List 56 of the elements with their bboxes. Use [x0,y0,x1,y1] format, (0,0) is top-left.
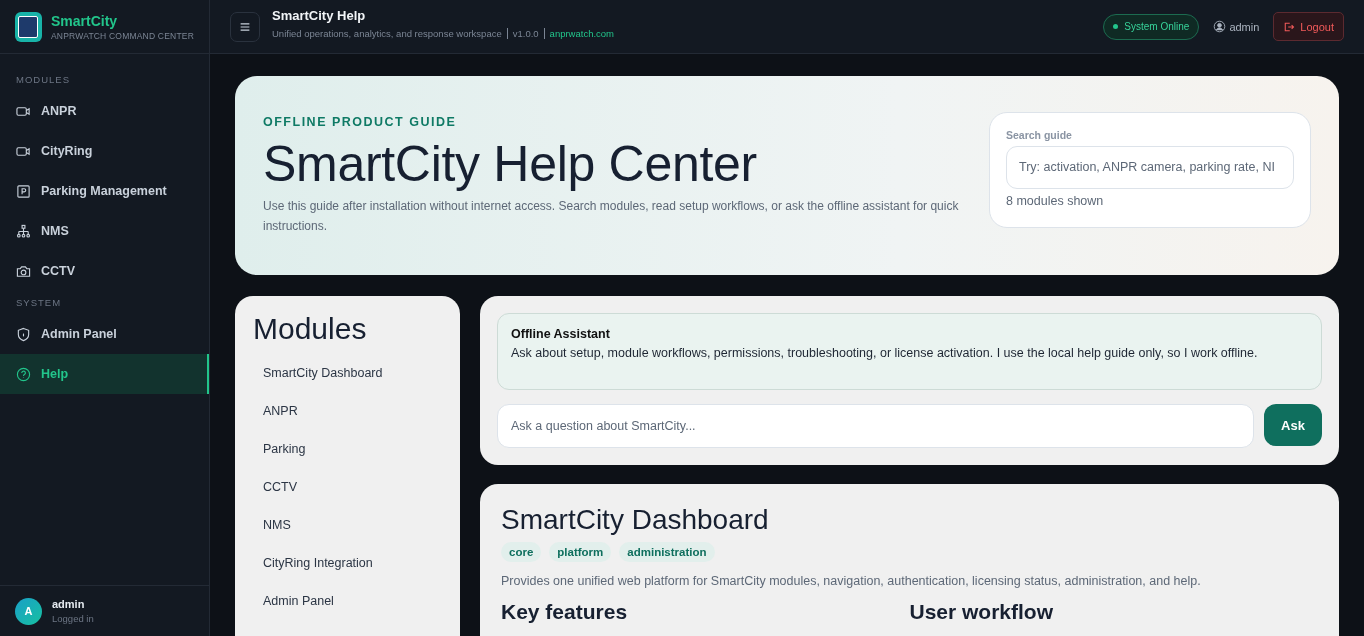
question-field[interactable]: Ask a question about SmartCity... [497,404,1254,448]
sidebar-item[interactable]: ANPR [0,91,209,131]
sidebar-item[interactable]: Admin Panel [0,314,209,354]
module-link[interactable]: ANPR [253,396,442,434]
parking-icon [16,183,31,199]
sidebar-item[interactable]: Help [0,354,209,394]
logout-button[interactable]: Logout [1273,12,1344,41]
sidebar-item[interactable]: CCTV [0,251,209,291]
result-count: 8 modules shown [1006,193,1105,208]
user-status: Logged in [52,613,94,624]
page-title: SmartCity Help [272,8,367,23]
network-icon [16,223,31,239]
module-title: SmartCity Dashboard [501,504,770,536]
app-logo-icon [15,11,42,42]
ask-button[interactable]: Ask [1264,404,1322,446]
status-dot-icon [1113,24,1119,29]
brand-subtitle: ANPRWATCH COMMAND CENTER [51,30,194,41]
website-link[interactable]: anprwatch.com [543,28,615,39]
assistant-text: Ask about setup, module workflows, permissions, troubleshooting, or license activation. I use the local help guide only, so I work offline. [511,346,1259,360]
hero-title: SmartCity Help Center [263,135,758,194]
header-username: admin [1229,20,1260,33]
sidebar-item[interactable]: CityRing [0,131,209,171]
user-icon [1213,20,1227,33]
section-heading: Key features [501,600,629,624]
user-avatar: A [15,597,42,625]
user-name: admin [52,598,86,610]
sidebar-item[interactable]: Parking Management [0,171,209,211]
module-link[interactable]: NMS [253,510,442,548]
shield-icon [16,326,31,342]
camera-icon [16,263,31,279]
module-description: Provides one unified web platform for SmartCity modules, navigation, authentication, licensing status, administration, and help. [501,574,1202,588]
module-link[interactable]: CityRing Integration [253,548,442,586]
section-heading: User workflow [909,600,1055,624]
module-link[interactable]: Parking [253,434,442,472]
modules-heading: Modules [253,312,368,346]
tag: platform [549,542,612,562]
module-link[interactable]: SmartCity Dashboard [253,358,442,396]
sidebar-item[interactable]: NMS [0,211,209,251]
eyebrow-label: OFFLINE PRODUCT GUIDE [263,115,458,130]
tag: core [501,542,542,562]
module-link[interactable]: Admin Panel [253,586,442,624]
search-label: Search guide [1006,128,1073,141]
version-label: v1.0.0 [506,28,539,39]
brand-name: SmartCity [51,12,119,29]
hero-description: Use this guide after installation without internet access. Search modules, read setup workflows, or ask the offline assistant for quick instructions. [263,198,960,235]
menu-button[interactable] [230,11,260,42]
search-field[interactable]: Try: activation, ANPR camera, parking rate, NI [1006,145,1294,189]
logout-icon [1283,20,1296,33]
page-subtitle: Unified operations, analytics, and response workspace [272,28,502,39]
module-link[interactable]: CCTV [253,472,442,510]
assistant-title: Offline Assistant [511,327,611,341]
section-heading: MODULES [15,73,71,87]
status-pill: System Online [1103,13,1200,40]
tag: administration [619,542,715,562]
help-icon [16,366,31,382]
section-heading: SYSTEM [15,296,63,310]
